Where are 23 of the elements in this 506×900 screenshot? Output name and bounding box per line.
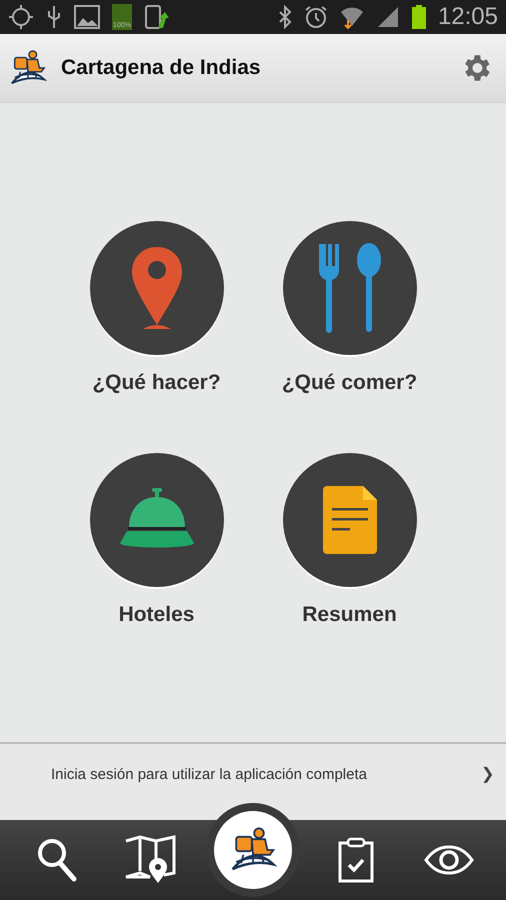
signal-icon	[376, 5, 400, 29]
clock: 12:05	[438, 5, 498, 29]
menu-tile[interactable]: Resumen	[253, 452, 446, 630]
eye-icon	[424, 845, 474, 875]
battery-level-icon	[412, 5, 426, 29]
alarm-icon	[304, 5, 328, 29]
document-icon	[322, 486, 376, 554]
banner-text: Inicia sesión para utilizar la aplicación completa	[51, 764, 368, 785]
menu-tile[interactable]: ¿Qué comer?	[253, 221, 446, 398]
header-title: Cartagena de Indias	[61, 55, 262, 82]
usb-icon	[46, 4, 62, 30]
bluetooth-icon	[278, 5, 292, 29]
menu-tile[interactable]: Hoteles	[60, 452, 253, 630]
phone-update-icon	[144, 4, 170, 30]
nav-button[interactable]	[214, 811, 292, 889]
image-icon	[74, 5, 100, 29]
map-icon	[124, 835, 176, 885]
banner-arrow: ❯	[481, 765, 494, 785]
clipboard-icon	[338, 837, 374, 883]
menu-tile[interactable]: ¿Qué hacer?	[60, 221, 253, 398]
gps-icon	[8, 4, 34, 30]
search-icon	[36, 837, 78, 883]
logo-icon	[9, 49, 47, 87]
